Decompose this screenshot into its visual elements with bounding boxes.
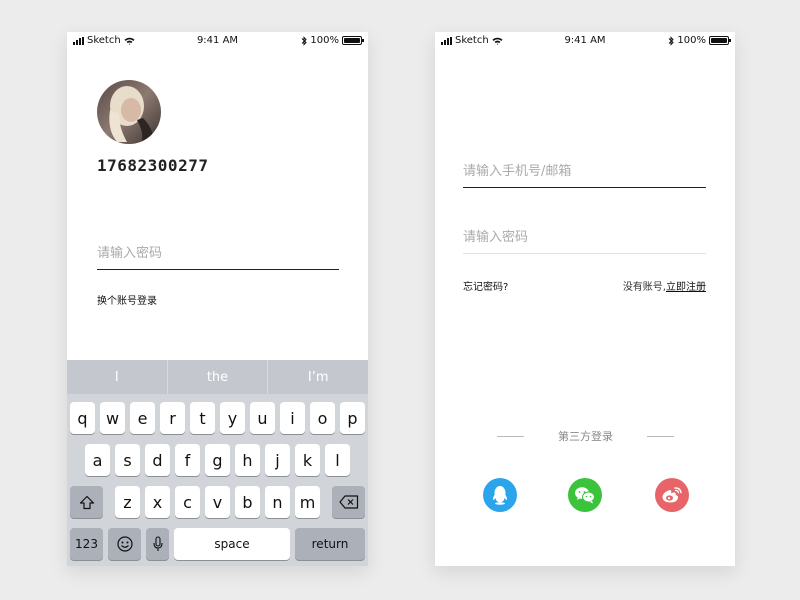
key-d[interactable]: d	[145, 444, 170, 476]
key-y[interactable]: y	[220, 402, 245, 434]
switch-account-link[interactable]: 换个账号登录	[97, 292, 157, 307]
wechat-icon	[575, 487, 595, 504]
key-k[interactable]: k	[295, 444, 320, 476]
emoji-icon	[116, 536, 133, 552]
dictation-key[interactable]	[146, 528, 169, 560]
password-field[interactable]	[97, 238, 339, 270]
battery-icon	[342, 36, 364, 45]
suggestion-bar: I the I’m	[67, 360, 368, 394]
third-party-label: 第三方登录	[558, 430, 613, 443]
divider-line	[497, 435, 524, 437]
space-key[interactable]: space	[174, 528, 290, 560]
suggestion-item[interactable]: I’m	[268, 360, 368, 394]
qq-login-button[interactable]	[483, 478, 517, 512]
key-t[interactable]: t	[190, 402, 215, 434]
key-o[interactable]: o	[310, 402, 335, 434]
password-input[interactable]	[463, 222, 706, 253]
key-j[interactable]: j	[265, 444, 290, 476]
password-input[interactable]	[97, 238, 339, 269]
key-w[interactable]: w	[100, 402, 125, 434]
key-p[interactable]: p	[340, 402, 365, 434]
key-r[interactable]: r	[160, 402, 185, 434]
key-i[interactable]: i	[280, 402, 305, 434]
key-x[interactable]: x	[145, 486, 170, 518]
register-link[interactable]: 立即注册	[666, 282, 706, 293]
key-c[interactable]: c	[175, 486, 200, 518]
key-f[interactable]: f	[175, 444, 200, 476]
key-e[interactable]: e	[130, 402, 155, 434]
account-phone-number: 17682300277	[97, 156, 209, 175]
key-m[interactable]: m	[295, 486, 320, 518]
account-links: 忘记密码? 没有账号,立即注册	[463, 278, 706, 293]
third-party-header: 第三方登录	[497, 428, 674, 444]
delete-key[interactable]	[332, 486, 365, 518]
key-s[interactable]: s	[115, 444, 140, 476]
key-l[interactable]: l	[325, 444, 350, 476]
key-g[interactable]: g	[205, 444, 230, 476]
backspace-icon	[338, 495, 358, 509]
account-field[interactable]	[463, 156, 706, 188]
key-u[interactable]: u	[250, 402, 275, 434]
key-z[interactable]: z	[115, 486, 140, 518]
shift-key[interactable]	[70, 486, 103, 518]
status-bar: Sketch 9:41 AM 100%	[435, 32, 735, 50]
wechat-login-button[interactable]	[568, 478, 602, 512]
key-b[interactable]: b	[235, 486, 260, 518]
status-bar: Sketch 9:41 AM 100%	[67, 32, 368, 50]
shift-icon	[79, 495, 94, 509]
password-field[interactable]	[463, 222, 706, 254]
return-key[interactable]: return	[295, 528, 365, 560]
weibo-login-button[interactable]	[655, 478, 689, 512]
account-input[interactable]	[463, 156, 706, 187]
key-a[interactable]: a	[85, 444, 110, 476]
weibo-icon	[662, 487, 682, 503]
suggestion-item[interactable]: I	[67, 360, 168, 394]
qq-icon	[492, 486, 508, 505]
battery-percent: 100%	[677, 35, 706, 46]
key-n[interactable]: n	[265, 486, 290, 518]
emoji-key[interactable]	[108, 528, 141, 560]
divider-line	[647, 435, 674, 437]
forgot-password-link[interactable]: 忘记密码?	[463, 278, 508, 293]
numbers-key[interactable]: 123	[70, 528, 103, 560]
register-prompt: 没有账号,立即注册	[623, 278, 706, 293]
battery-percent: 100%	[310, 35, 339, 46]
suggestion-item[interactable]: the	[168, 360, 269, 394]
no-account-text: 没有账号,	[622, 282, 666, 293]
key-v[interactable]: v	[205, 486, 230, 518]
key-q[interactable]: q	[70, 402, 95, 434]
bluetooth-icon	[302, 35, 308, 46]
key-h[interactable]: h	[235, 444, 260, 476]
microphone-icon	[152, 536, 163, 551]
bluetooth-icon	[669, 35, 675, 46]
keyboard: I the I’m q w e r t y u i o p a s d f g …	[67, 360, 368, 566]
login-screen-password: Sketch 9:41 AM 100% 17682300277 换个账号登录 I…	[67, 32, 368, 566]
login-screen-account: Sketch 9:41 AM 100% 忘记密码? 没有账号,立即注册 第三方登…	[435, 32, 735, 566]
avatar	[97, 80, 161, 144]
battery-icon	[709, 36, 731, 45]
